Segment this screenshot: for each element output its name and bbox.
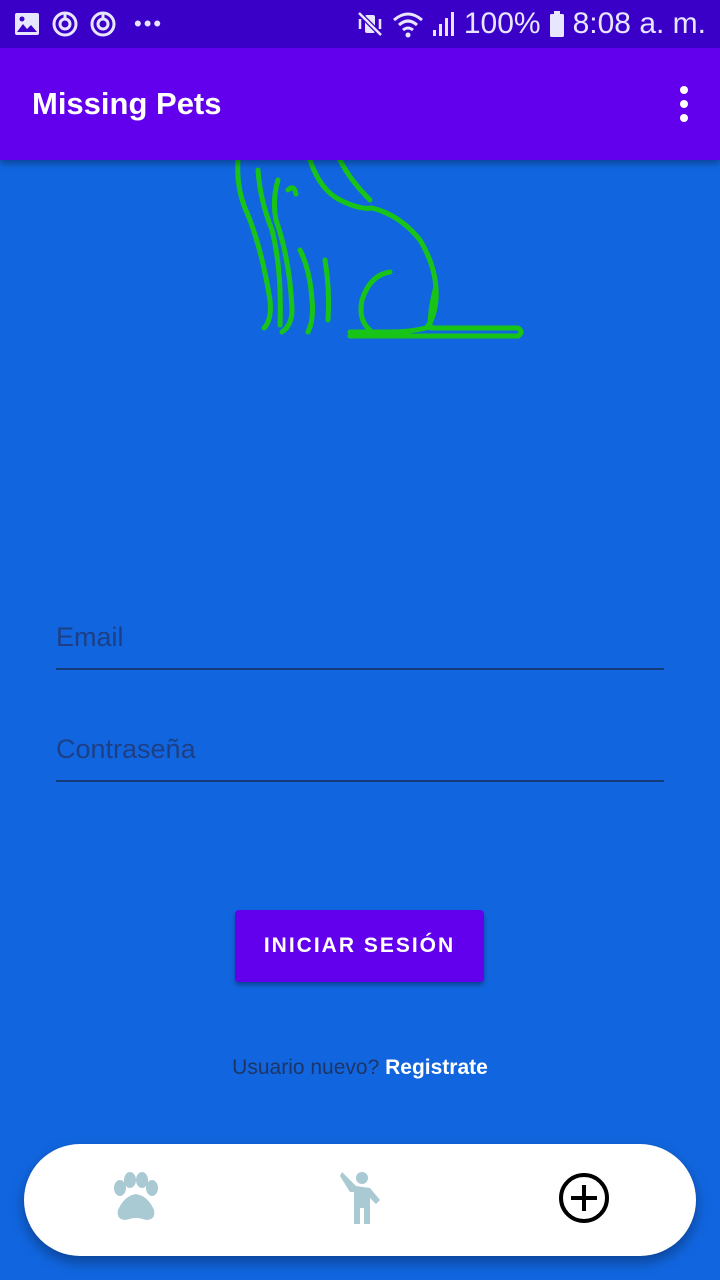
signal-icon — [432, 10, 456, 38]
bottom-navigation — [24, 1144, 696, 1256]
cat-outline-icon — [230, 157, 530, 350]
nav-add[interactable] — [556, 1172, 612, 1228]
nav-pets[interactable] — [108, 1170, 164, 1231]
login-button[interactable]: INICIAR SESIÓN — [235, 910, 484, 982]
more-dots-icon: ••• — [134, 11, 164, 36]
sync-icon — [52, 11, 78, 37]
more-vert-icon[interactable] — [672, 80, 696, 128]
paw-icon — [108, 1170, 164, 1231]
add-circle-icon — [556, 1170, 612, 1231]
status-notifications: ••• — [14, 11, 163, 37]
register-link[interactable]: Registrate — [385, 1056, 488, 1079]
menu-dot — [680, 100, 688, 108]
register-prompt: Usuario nuevo? — [232, 1056, 380, 1079]
clock: 8:08 a. m. — [572, 7, 706, 40]
menu-dot — [680, 86, 688, 94]
email-field[interactable] — [56, 606, 664, 670]
mute-vibrate-icon — [356, 10, 384, 38]
nav-person[interactable] — [332, 1170, 388, 1231]
wifi-icon — [392, 10, 424, 38]
person-waving-icon — [332, 1170, 388, 1231]
status-bar: ••• 100% 8:08 a. m. — [0, 0, 720, 48]
password-field[interactable] — [56, 718, 664, 782]
status-system: 100% 8:08 a. m. — [356, 7, 706, 41]
email-input[interactable] — [56, 606, 664, 668]
image-icon — [14, 11, 40, 37]
battery-percent: 100% — [463, 7, 541, 40]
sync-icon — [90, 11, 116, 37]
app-bar: Missing Pets — [0, 48, 720, 160]
register-line: Usuario nuevo? Registrate — [0, 1056, 720, 1080]
battery-icon — [549, 10, 565, 38]
password-input[interactable] — [56, 718, 664, 780]
app-title: Missing Pets — [32, 86, 222, 121]
menu-dot — [680, 114, 688, 122]
